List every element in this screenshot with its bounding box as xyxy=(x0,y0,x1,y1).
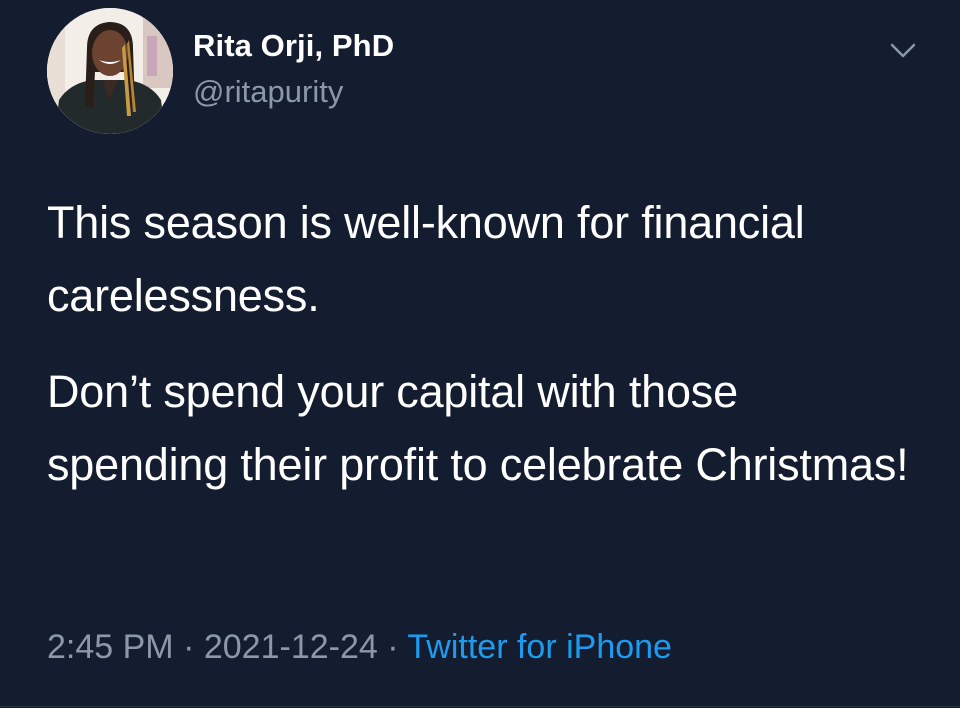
tweet-source-link[interactable]: Twitter for iPhone xyxy=(407,628,672,666)
tweet-text: This season is well-known for financial … xyxy=(47,186,927,501)
meta-separator: · xyxy=(387,628,399,666)
author-handle[interactable]: @ritapurity xyxy=(193,72,343,112)
author-name[interactable]: Rita Orji, PhD xyxy=(193,26,394,66)
divider xyxy=(0,706,960,707)
avatar[interactable] xyxy=(47,8,173,134)
chevron-down-icon[interactable] xyxy=(887,38,919,62)
tweet-date[interactable]: 2021-12-24 xyxy=(204,628,378,666)
tweet-card: Rita Orji, PhD @ritapurity This season i… xyxy=(0,0,960,708)
tweet-metadata: 2:45 PM · 2021-12-24 · Twitter for iPhon… xyxy=(47,624,672,670)
tweet-paragraph: This season is well-known for financial … xyxy=(47,197,805,321)
tweet-paragraph: Don’t spend your capital with those spen… xyxy=(47,366,909,490)
meta-separator: · xyxy=(183,628,195,666)
tweet-time[interactable]: 2:45 PM xyxy=(47,628,174,666)
